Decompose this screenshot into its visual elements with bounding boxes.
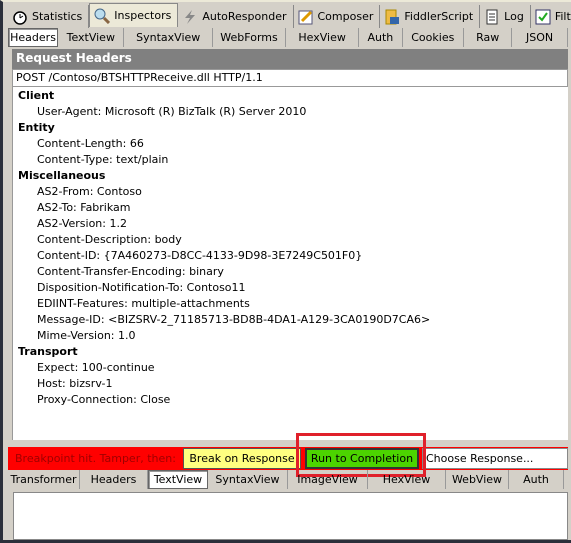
request-tab-textview[interactable]: TextView (58, 28, 125, 47)
tab-label: AutoResponder (202, 10, 287, 23)
response-tabs: Transformer Headers TextView SyntaxView Imag… (8, 470, 571, 490)
response-textview[interactable] (13, 492, 568, 540)
request-tab-hexview[interactable]: HexView (286, 28, 360, 47)
header-item[interactable]: Content-Description: body (13, 232, 568, 248)
response-tab-imageview[interactable]: ImageView (288, 470, 368, 489)
request-tab-syntaxview[interactable]: SyntaxView (124, 28, 213, 47)
section-miscellaneous[interactable]: Miscellaneous (13, 168, 568, 184)
header-item[interactable]: EDIINT-Features: multiple-attachments (13, 296, 568, 312)
response-tab-ca[interactable]: Ca (564, 470, 571, 489)
header-item[interactable]: Expect: 100-continue (13, 360, 568, 376)
tab-composer[interactable]: Composer (294, 5, 381, 28)
tab-autoresponder[interactable]: AutoResponder (178, 5, 294, 28)
response-tab-hexview[interactable]: HexView (368, 470, 446, 489)
request-line[interactable]: POST /Contoso/BTSHTTPReceive.dll HTTP/1.… (12, 69, 568, 87)
tab-label: Statistics (32, 10, 83, 23)
log-icon (484, 9, 500, 25)
header-item[interactable]: AS2-Version: 1.2 (13, 216, 568, 232)
header-item[interactable]: Disposition-Notification-To: Contoso11 (13, 280, 568, 296)
header-item[interactable]: Content-Length: 66 (13, 136, 568, 152)
lightning-icon (182, 9, 198, 25)
tab-statistics[interactable]: Statistics (8, 5, 90, 28)
checkbox-icon (535, 9, 551, 25)
request-tab-cookies[interactable]: Cookies (403, 28, 465, 47)
header-item[interactable]: Message-ID: <BIZSRV-2_71185713-BD8B-4DA1… (13, 312, 568, 328)
tab-log[interactable]: Log (480, 5, 531, 28)
tab-inspectors[interactable]: Inspectors (89, 3, 179, 27)
section-client[interactable]: Client (13, 88, 568, 104)
response-tab-syntaxview[interactable]: SyntaxView (208, 470, 288, 489)
header-item[interactable]: Host: bizsrv-1 (13, 376, 568, 392)
header-item[interactable]: Proxy-Connection: Close (13, 392, 568, 408)
tab-filters[interactable]: Filters (531, 5, 571, 28)
top-tabs: Statistics Inspectors AutoResponder Compose… (8, 3, 571, 28)
request-headers-title: Request Headers (12, 49, 568, 69)
stopwatch-icon (12, 9, 28, 25)
choose-response-dropdown[interactable]: Choose Response... (422, 448, 568, 469)
tab-label: Composer (317, 10, 374, 23)
break-on-response-button[interactable]: Break on Response (183, 448, 301, 469)
response-tab-textview[interactable]: TextView (148, 470, 208, 489)
request-tab-raw[interactable]: Raw (464, 28, 513, 47)
pencil-icon (298, 9, 314, 25)
tab-label: Log (504, 10, 524, 23)
breakpoint-bar: Breakpoint hit. Tamper, then: Break on R… (8, 447, 568, 470)
response-tab-auth[interactable]: Auth (509, 470, 564, 489)
section-transport[interactable]: Transport (13, 344, 568, 360)
magnifier-icon (94, 8, 111, 24)
header-item[interactable]: AS2-To: Fabrikam (13, 200, 568, 216)
request-tab-json[interactable]: JSON (512, 28, 568, 47)
tab-label: Filters (554, 10, 571, 23)
tab-label: FiddlerScript (404, 10, 474, 23)
response-tab-webview[interactable]: WebView (446, 470, 509, 489)
request-tab-headers[interactable]: Headers (8, 28, 59, 47)
tab-label: Inspectors (114, 9, 172, 22)
breakpoint-text: Breakpoint hit. Tamper, then: (15, 452, 176, 465)
request-tabs: Headers TextView SyntaxView WebForms HexView… (8, 28, 568, 47)
response-tab-transformer[interactable]: Transformer (8, 470, 80, 489)
headers-tree: Client User-Agent: Microsoft (R) BizTalk … (12, 87, 568, 440)
script-icon (384, 9, 400, 25)
tab-fiddlerscript[interactable]: FiddlerScript (380, 5, 481, 28)
response-tab-headers[interactable]: Headers (80, 470, 148, 489)
header-item[interactable]: Content-ID: {7A460273-D8CC-4133-9D98-3E7… (13, 248, 568, 264)
request-tab-webforms[interactable]: WebForms (213, 28, 287, 47)
header-item[interactable]: User-Agent: Microsoft (R) BizTalk (R) Se… (13, 104, 568, 120)
section-entity[interactable]: Entity (13, 120, 568, 136)
header-item[interactable]: AS2-From: Contoso (13, 184, 568, 200)
header-item[interactable]: Mime-Version: 1.0 (13, 328, 568, 344)
header-item[interactable]: Content-Type: text/plain (13, 152, 568, 168)
header-item[interactable]: Content-Transfer-Encoding: binary (13, 264, 568, 280)
request-tab-auth[interactable]: Auth (359, 28, 403, 47)
